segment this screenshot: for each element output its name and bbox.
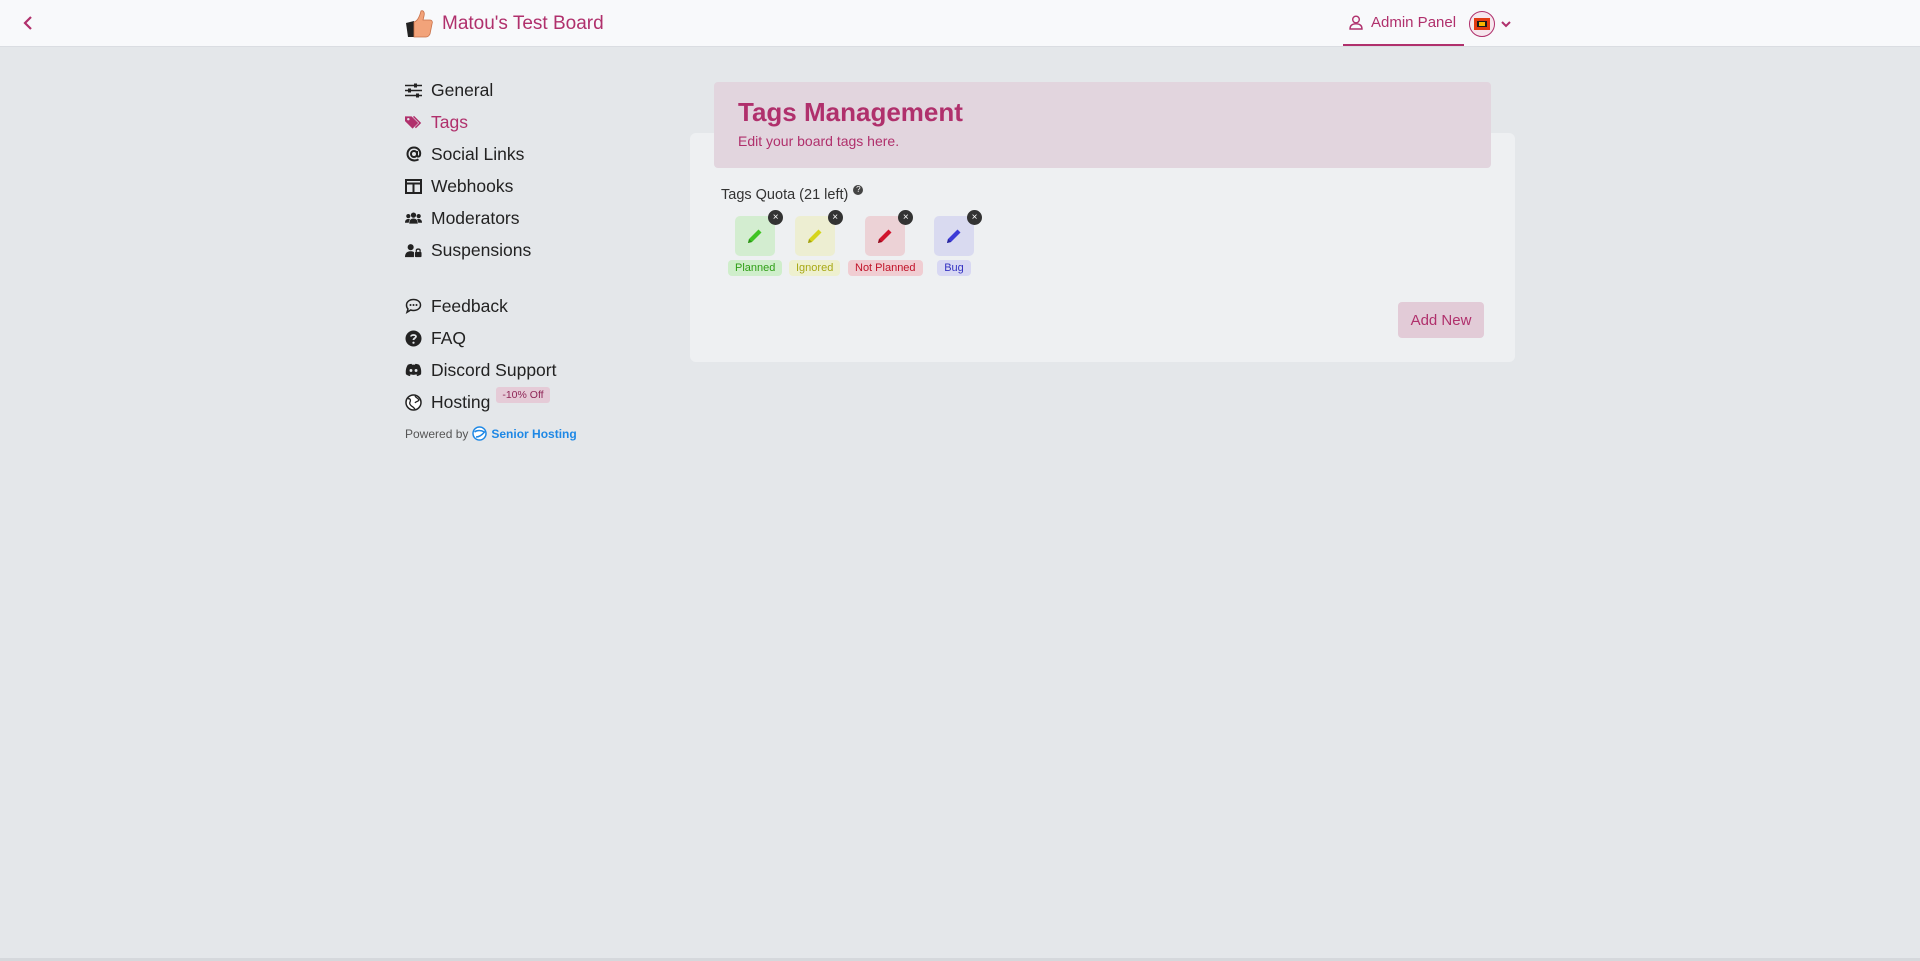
thumbs-up-icon [406,10,433,38]
chevron-left-icon [23,16,32,30]
powered-by: Powered by Senior Hosting [405,426,605,441]
tag-item: × Planned [728,210,784,276]
edit-tag-button[interactable]: × [735,210,784,256]
sidebar-link-hosting[interactable]: Hosting -10% Off [405,386,605,418]
edit-tag-button[interactable]: × [794,210,843,256]
help-icon[interactable]: ? [853,185,864,195]
board-brand[interactable]: Matou's Test Board [404,8,604,40]
sidebar-item-general[interactable]: General [405,74,605,106]
sidebar-item-webhooks[interactable]: Webhooks [405,170,605,202]
pencil-icon [807,229,822,243]
avatar [1469,11,1495,37]
sidebar-item-label: Webhooks [431,175,514,196]
sidebar-link-faq[interactable]: FAQ [405,322,605,354]
delete-tag-button[interactable]: × [898,210,914,225]
users-icon [405,210,422,227]
sidebar-item-label: Moderators [431,207,520,228]
sidebar-item-suspensions[interactable]: Suspensions [405,234,605,266]
globe-icon [405,393,422,411]
sidebar-item-moderators[interactable]: Moderators [405,202,605,234]
tag-label: Planned [728,260,783,276]
sidebar-link-label: FAQ [431,327,467,348]
add-new-button[interactable]: Add New [1398,302,1484,338]
page-subtitle: Edit your board tags here. [738,133,900,149]
sidebar-link-discord-support[interactable]: Discord Support [405,354,605,386]
tag-item: × Not Planned [848,210,923,276]
sidebar-item-label: Tags [431,111,468,132]
tag-label: Bug [937,260,971,276]
user-menu[interactable] [1469,10,1511,38]
pencil-icon [748,229,762,243]
sidebar-item-label: Suspensions [431,239,532,260]
chevron-down-icon [1501,21,1511,28]
senior-hosting-label: Senior Hosting [491,426,577,441]
board-title: Matou's Test Board [442,13,604,34]
sidebar-item-label: General [431,79,494,100]
tags-quota-label: Tags Quota (21 left) [721,187,849,203]
webhook-icon [405,178,422,195]
tags-quota: Tags Quota (21 left) ? [721,185,864,203]
pencil-icon [878,229,892,243]
user-icon [1349,15,1363,30]
back-button[interactable] [17,12,39,34]
page-title: Tags Management [738,97,963,127]
sidebar-link-label: Discord Support [431,359,557,380]
sidebar: General Tags Social Links Webhooks Moder… [405,74,605,441]
admin-panel-label: Admin Panel [1371,13,1457,31]
delete-tag-button[interactable]: × [768,210,784,225]
tag-label: Not Planned [848,260,923,276]
senior-hosting-link[interactable]: Senior Hosting [472,426,577,441]
comment-icon [405,298,422,315]
delete-tag-button[interactable]: × [827,210,843,225]
sidebar-link-label: Feedback [431,295,508,316]
sidebar-item-tags[interactable]: Tags [405,106,605,138]
tag-item: × Bug [934,210,982,276]
at-icon [405,146,422,163]
page-header: Tags Management Edit your board tags her… [714,82,1491,168]
sidebar-item-social-links[interactable]: Social Links [405,138,605,170]
pencil-icon [947,229,961,243]
sidebar-link-feedback[interactable]: Feedback [405,290,605,322]
edit-tag-button[interactable]: × [934,210,982,256]
sidebar-link-label: Hosting [431,391,491,412]
sliders-icon [405,82,422,99]
powered-by-label: Powered by [405,426,469,441]
tag-item: × Ignored [789,210,843,276]
senior-hosting-logo-icon [472,426,488,441]
delete-tag-button[interactable]: × [967,210,982,225]
sidebar-item-label: Social Links [431,143,525,164]
edit-tag-button[interactable]: × [865,210,914,256]
admin-panel-link[interactable]: Admin Panel [1343,0,1464,46]
user-lock-icon [405,242,422,259]
tags-icon [405,114,422,131]
discount-badge: -10% Off [496,387,550,403]
tag-label: Ignored [789,260,841,276]
discord-icon [405,362,422,379]
top-bar: Matou's Test Board Admin Panel [0,0,1920,47]
question-circle-icon [405,330,422,347]
